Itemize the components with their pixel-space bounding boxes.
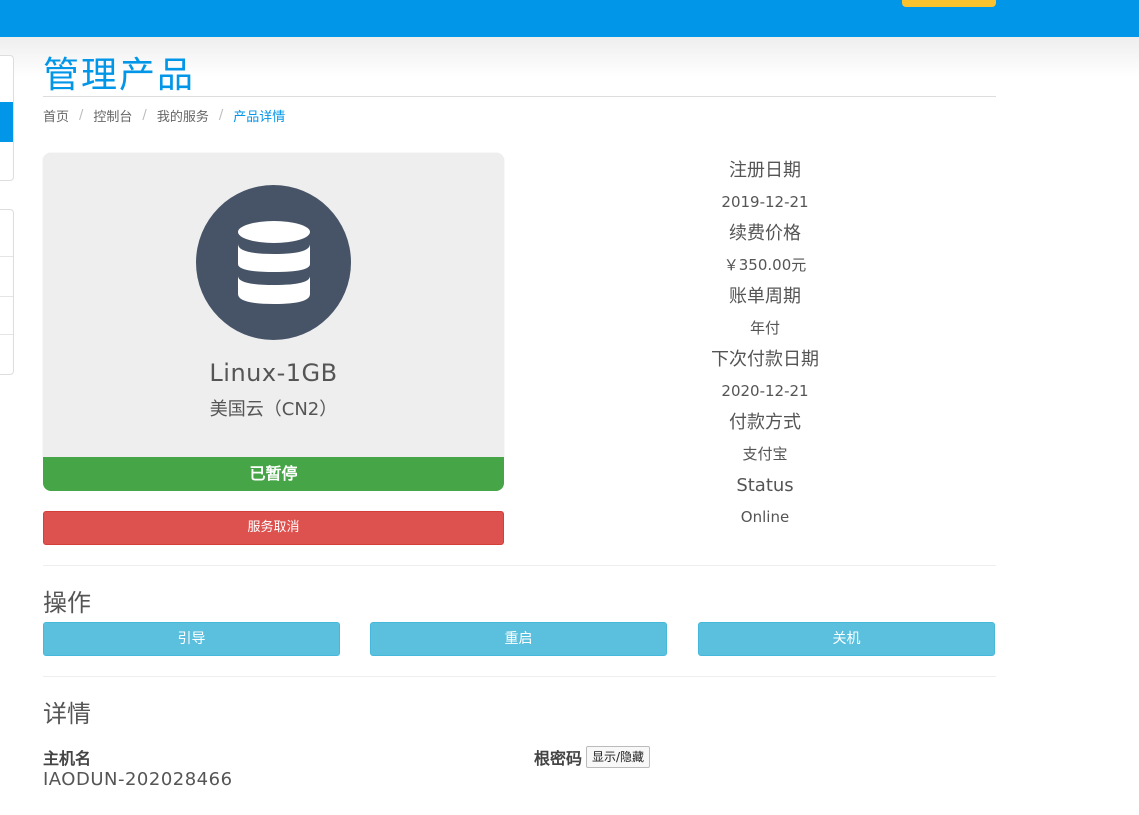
status-badge: 已暂停 [43,457,504,491]
breadcrumb-console[interactable]: 控制台 [93,106,132,125]
info-value-registration-date: 2019-12-21 [721,193,809,211]
breadcrumb-separator: / [218,108,224,123]
section-divider [43,676,996,677]
info-value-renewal-price: ￥350.00元 [723,256,807,274]
breadcrumb-separator: / [79,108,84,123]
show-hide-password-button[interactable]: 显示/隐藏 [586,746,651,768]
boot-button[interactable]: 引导 [43,622,340,656]
sidebar-divider [0,256,13,257]
info-label-renewal-price: 续费价格 [729,223,801,244]
reboot-button[interactable]: 重启 [370,622,667,656]
sidebar-item-active[interactable] [0,102,13,142]
breadcrumb-home[interactable]: 首页 [43,106,69,125]
shutdown-button[interactable]: 关机 [698,622,995,656]
section-divider [43,565,996,566]
info-label-payment-method: 付款方式 [729,412,801,433]
database-icon [196,185,351,340]
sidebar-panel [0,55,14,181]
breadcrumb-current: 产品详情 [233,110,286,125]
breadcrumb-my-services[interactable]: 我的服务 [157,106,209,125]
product-card: Linux-1GB 美国云（CN2） [43,153,504,457]
root-password-label: 根密码 [534,749,583,768]
details-title: 详情 [43,700,91,728]
product-name: Linux-1GB [209,359,338,387]
sidebar-panel-secondary [0,209,14,375]
product-group: 美国云（CN2） [209,399,338,420]
info-label-status: Status [736,475,794,496]
info-label-next-due-date: 下次付款日期 [711,349,819,370]
info-label-registration-date: 注册日期 [729,160,801,181]
hostname-value: IAODUN-202028466 [43,769,233,790]
title-divider [43,96,996,97]
info-value-status: Online [740,508,790,526]
info-value-next-due-date: 2020-12-21 [721,382,809,400]
hostname-label: 主机名 [43,749,92,768]
info-value-payment-method: 支付宝 [742,445,788,463]
sidebar-divider [0,334,13,335]
sidebar-divider [0,296,13,297]
breadcrumb-separator: / [142,108,147,123]
page-title: 管理产品 [43,55,196,96]
top-navbar [0,0,1139,37]
service-info-list: 注册日期 2019-12-21 续费价格 ￥350.00元 账单周期 年付 下次… [535,155,995,533]
cancel-service-button[interactable]: 服务取消 [43,511,504,545]
breadcrumb: 首页 / 控制台 / 我的服务 / 产品详情 [43,106,285,125]
operations-title: 操作 [43,589,91,617]
info-label-billing-cycle: 账单周期 [729,286,801,307]
navbar-action-button[interactable] [902,0,996,7]
info-value-billing-cycle: 年付 [749,319,780,337]
